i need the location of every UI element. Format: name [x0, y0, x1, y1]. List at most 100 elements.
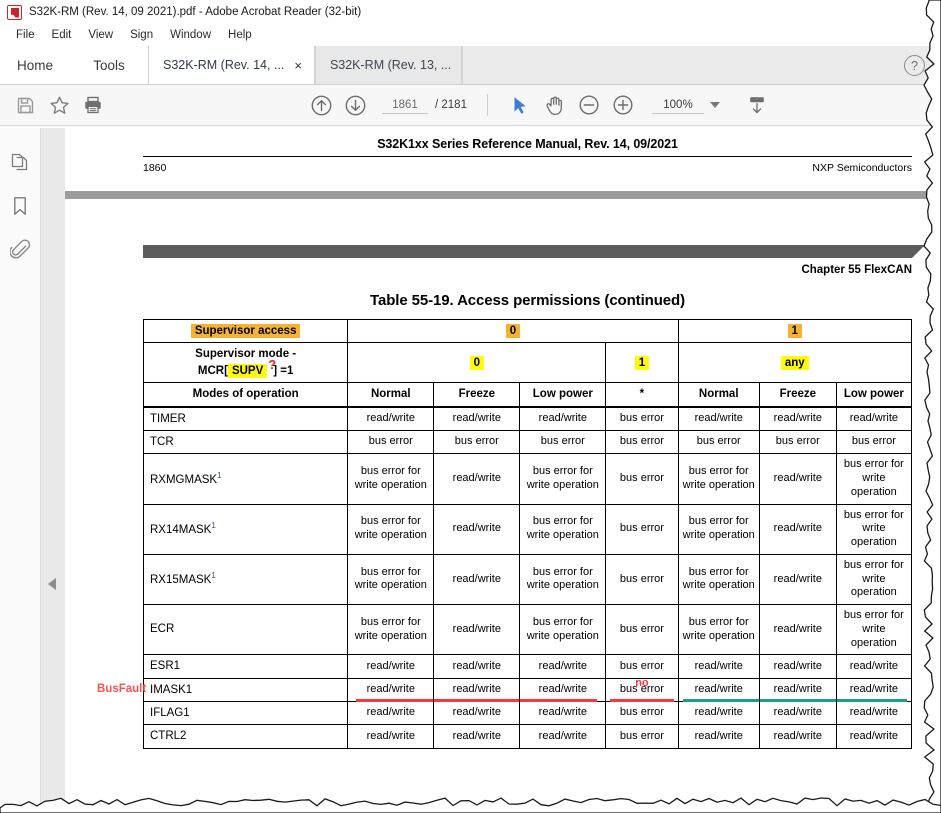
table-row: TIMER read/write read/write read/write bus e…: [142, 406, 913, 431]
supervisor-mode-group-any: any: [677, 342, 913, 384]
page-footer-row: 1860 NXP Semiconductors: [143, 162, 912, 174]
page-total-label: / 2181: [435, 99, 467, 111]
cell-ecr-c1: read/write: [433, 603, 521, 656]
row-label-rxmgmask: RXMGMASK1: [142, 453, 349, 505]
cursor-select-icon[interactable]: [504, 88, 538, 122]
work-area: S32K1xx Series Reference Manual, Rev. 14…: [0, 128, 941, 813]
teal-underline: [682, 699, 759, 702]
cell-rxmgmask-c3: bus error: [605, 453, 679, 505]
cell-rx14mask-c3: bus error: [605, 503, 679, 555]
table-row: TCR bus error bus error bus error bus error b…: [142, 429, 913, 455]
menu-file[interactable]: File: [8, 27, 44, 43]
cell-rx15mask-c6: bus error for write operation: [835, 553, 913, 606]
footnote-marker: 1: [217, 470, 222, 480]
cell-imask1-c4: read/write: [677, 677, 760, 703]
cell-esr1-c0: read/write: [347, 654, 435, 679]
column-header-lowpower-b: Low power: [835, 382, 913, 408]
zoom-level-input[interactable]: [651, 96, 704, 114]
arrow-up-circle-icon[interactable]: [304, 88, 338, 122]
tab-strip: Home Tools S32K-RM (Rev. 14, ... × S32K-…: [0, 46, 941, 85]
cell-ecr-c0: bus error for write operation: [347, 603, 435, 656]
cell-imask1-c2: read/write: [519, 677, 607, 703]
modes-of-operation-label: Modes of operation: [142, 382, 349, 408]
menu-window[interactable]: Window: [162, 27, 220, 43]
table-header-supervisor-mode: Supervisor mode - MCR[SUPV?] =1 0 1 any: [142, 342, 913, 384]
print-icon[interactable]: [76, 88, 110, 122]
footnote-marker: 1: [211, 521, 216, 531]
row-label-tcr: TCR: [142, 429, 349, 455]
row-label-ecr: ECR: [142, 603, 349, 656]
collapse-left-icon[interactable]: [48, 578, 56, 590]
document-tab-rev14-label: S32K-RM (Rev. 14, ...: [163, 58, 285, 72]
grey-band: [65, 191, 940, 199]
cell-rxmgmask-c5: read/write: [758, 453, 837, 505]
cell-rx15mask-c5: read/write: [758, 553, 837, 606]
chapter-label: Chapter 55 FlexCAN: [801, 264, 912, 276]
cell-rxmgmask-c4: bus error for write operation: [677, 453, 760, 505]
page-label: 1860: [143, 162, 167, 174]
no-annotation: no: [635, 676, 649, 689]
cell-iflag1-c4: read/write: [677, 700, 760, 726]
row-label-esr1: ESR1: [142, 654, 349, 679]
fit-page-icon[interactable]: [740, 88, 774, 122]
document-gutter: [41, 128, 65, 813]
main-toolbar: / 2181: [0, 85, 941, 126]
column-header-lowpower-a: Low power: [519, 382, 607, 408]
cell-ctrl2-c4: read/write: [677, 724, 760, 749]
arrow-down-circle-icon[interactable]: [338, 88, 372, 122]
cell-iflag1-c3: bus error: [605, 700, 679, 726]
title-bar: S32K-RM (Rev. 14, 09 2021).pdf - Adobe A…: [0, 0, 941, 24]
cell-rxmgmask-c6: bus error for write operation: [835, 453, 913, 505]
save-icon[interactable]: [8, 88, 42, 122]
cell-ctrl2-c3: bus error: [605, 724, 679, 749]
page-view[interactable]: S32K1xx Series Reference Manual, Rev. 14…: [65, 128, 941, 813]
menu-sign[interactable]: Sign: [122, 27, 162, 43]
menu-help[interactable]: Help: [220, 27, 261, 43]
attachments-icon[interactable]: [6, 236, 34, 264]
table-row: RXMGMASK1 bus error for write operation re…: [142, 453, 913, 505]
hand-pan-icon[interactable]: [538, 88, 572, 122]
cell-rx15mask-c4: bus error for write operation: [677, 553, 760, 606]
help-icon[interactable]: ?: [904, 55, 925, 76]
document-tab-rev14[interactable]: S32K-RM (Rev. 14, ... ×: [148, 46, 315, 84]
cell-rx14mask-c0: bus error for write operation: [347, 503, 435, 555]
teal-underline: [836, 699, 907, 702]
cell-timer-c4: read/write: [677, 406, 760, 431]
zoom-in-icon[interactable]: [606, 88, 640, 122]
red-underline: [610, 699, 674, 702]
cell-timer-c1: read/write: [433, 406, 521, 431]
close-icon[interactable]: ×: [292, 58, 304, 73]
chevron-down-icon[interactable]: [709, 102, 720, 108]
tab-home[interactable]: Home: [0, 46, 70, 84]
table-row: ESR1 read/write read/write read/write bus er…: [142, 654, 913, 679]
cell-rx15mask-c2: bus error for write operation: [519, 553, 607, 606]
cell-iflag1-c2: read/write: [519, 700, 607, 726]
supervisor-mode-group-0: 0: [347, 342, 607, 384]
row-label-ctrl2: CTRL2: [142, 724, 349, 749]
cell-ecr-c6: bus error for write operation: [835, 603, 913, 656]
zoom-out-icon[interactable]: [572, 88, 606, 122]
page-thumbnails-icon[interactable]: [6, 148, 34, 176]
cell-iflag1-c5: read/write: [758, 700, 837, 726]
cell-rx14mask-c2: bus error for write operation: [519, 503, 607, 555]
menu-view[interactable]: View: [80, 27, 122, 43]
cell-ctrl2-c6: read/write: [835, 724, 913, 749]
star-icon[interactable]: [42, 88, 76, 122]
page-number-input[interactable]: [382, 96, 428, 114]
cell-rxmgmask-c2: bus error for write operation: [519, 453, 607, 505]
cell-rx14mask-c5: read/write: [758, 503, 837, 555]
menu-edit[interactable]: Edit: [44, 27, 81, 43]
tab-tools[interactable]: Tools: [70, 46, 148, 84]
row-label-rx15mask: RX15MASK1: [142, 553, 349, 606]
busfault-annotation: BusFault: [97, 682, 147, 695]
cell-ecr-c5: read/write: [758, 603, 837, 656]
cell-ctrl2-c1: read/write: [433, 724, 521, 749]
cell-rx15mask-c3: bus error: [605, 553, 679, 606]
supervisor-access-group-0: 0: [347, 318, 679, 344]
cell-esr1-c5: read/write: [758, 654, 837, 679]
table-row: ECR bus error for write operation read/wri…: [142, 603, 913, 656]
bookmarks-icon[interactable]: [6, 192, 34, 220]
document-tab-rev13[interactable]: S32K-RM (Rev. 13, ...: [314, 46, 463, 84]
column-header-freeze-b: Freeze: [758, 382, 837, 408]
cell-ctrl2-c0: read/write: [347, 724, 435, 749]
